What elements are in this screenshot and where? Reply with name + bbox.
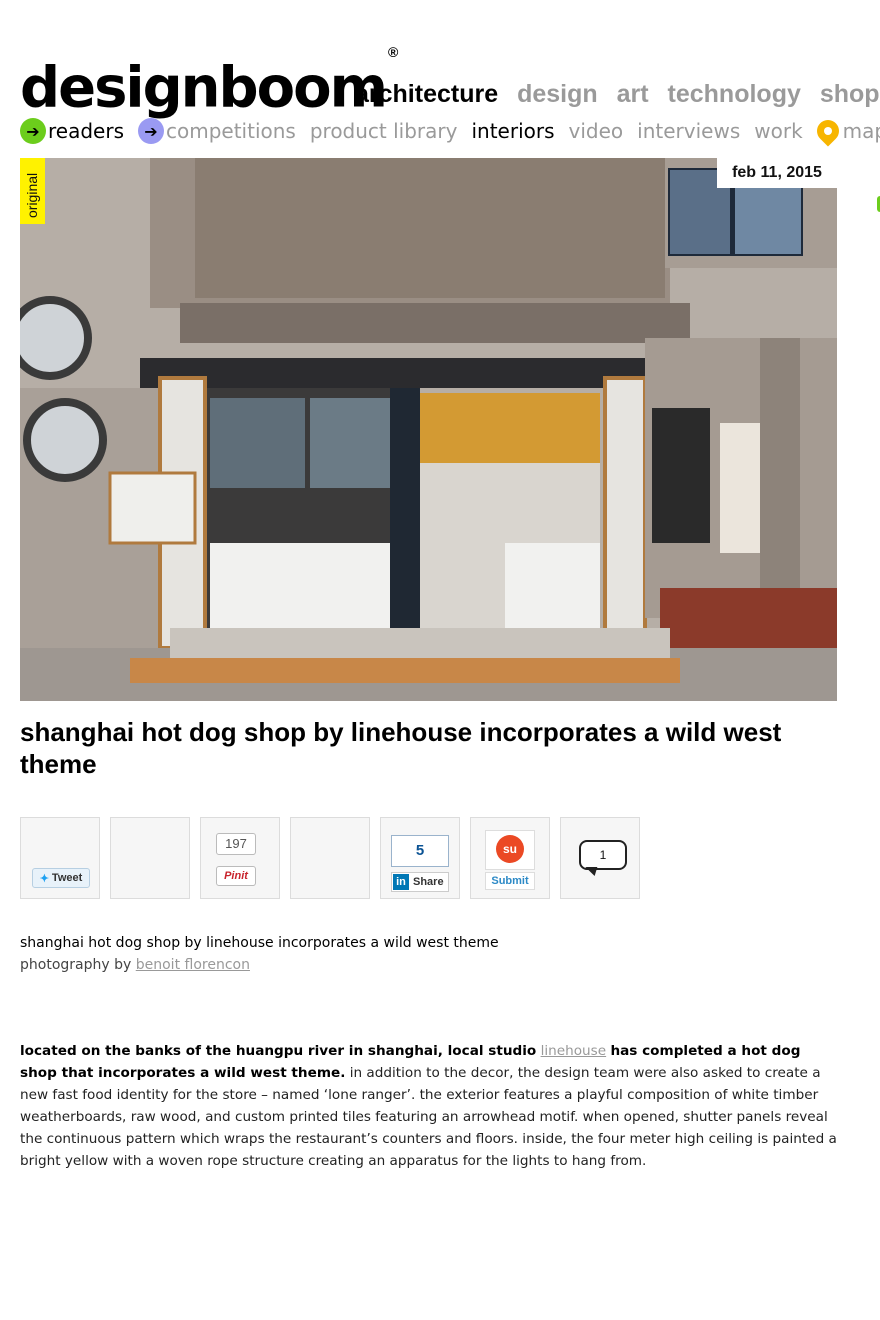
subnav-readers-label: readers <box>48 119 124 143</box>
linkedin-count: 5 <box>391 835 449 867</box>
arrow-right-icon: ➔ <box>20 118 46 144</box>
linkedin-share: 5 in Share <box>380 817 460 899</box>
article-date: feb 11, 2015 <box>717 158 837 188</box>
linkedin-share-label: Share <box>413 876 444 888</box>
subnav-competitions-label: competitions <box>166 119 296 143</box>
article-title: shanghai hot dog shop by linehouse incor… <box>20 717 782 779</box>
pinterest-share: 197 Pinit <box>200 817 280 899</box>
subnav-maps-label: maps <box>842 119 880 143</box>
subnav-readers[interactable]: ➔ readers <box>20 118 124 144</box>
pin-count: 197 <box>216 833 256 855</box>
sub-nav: ➔ readers ➔ competitions product library… <box>20 115 880 147</box>
hot-dog-shop-photo <box>20 158 837 701</box>
tweet-label: Tweet <box>51 872 83 884</box>
subnav-video[interactable]: video <box>569 119 624 143</box>
google-plus-share[interactable] <box>290 817 370 899</box>
subnav-maps[interactable]: maps <box>812 115 880 147</box>
subnav-work[interactable]: work <box>754 119 802 143</box>
subnav-work-label: work <box>754 119 803 143</box>
stumbleupon-share: su Submit <box>470 817 550 899</box>
nav-design[interactable]: design <box>517 80 598 108</box>
stumbleupon-icon[interactable]: su <box>485 830 535 870</box>
subnav-video-label: video <box>568 119 624 143</box>
tweet-button[interactable]: ✦ Tweet <box>32 868 90 888</box>
pinit-button[interactable]: Pinit <box>216 866 256 886</box>
subnav-interviews-label: interviews <box>637 119 741 143</box>
studio-link[interactable]: linehouse <box>541 1043 607 1059</box>
article-body: located on the banks of the huangpu rive… <box>20 1040 840 1172</box>
photographer-link[interactable]: benoit florencon <box>136 957 250 973</box>
photo-credit-prefix: photography by <box>20 957 132 973</box>
top-nav: architecture design art technology shop <box>355 80 880 109</box>
twitter-bird-icon: ✦ <box>39 872 49 885</box>
subnav-competitions[interactable]: ➔ competitions <box>138 118 296 144</box>
nav-architecture[interactable]: architecture <box>355 80 498 108</box>
nav-art[interactable]: art <box>617 80 649 108</box>
twitter-share: ✦ Tweet <box>20 817 100 899</box>
subnav-product-library[interactable]: product library <box>310 119 458 143</box>
subnav-interviews[interactable]: interviews <box>637 119 740 143</box>
lead-text-1: located on the banks of the huangpu rive… <box>20 1043 537 1059</box>
comment-bubble-icon: 1 <box>579 840 627 870</box>
image-caption: shanghai hot dog shop by linehouse incor… <box>20 932 499 976</box>
original-badge: original <box>20 158 45 224</box>
stumbleupon-submit-button[interactable]: Submit <box>485 872 535 890</box>
designboom-logo[interactable]: designboom® <box>20 44 398 119</box>
nav-shop[interactable]: shop <box>820 80 880 108</box>
linkedin-icon: in <box>393 874 409 890</box>
map-pin-icon <box>812 115 844 147</box>
comments-share[interactable]: 1 <box>560 817 640 899</box>
caption-title: shanghai hot dog shop by linehouse incor… <box>20 935 499 951</box>
nav-technology[interactable]: technology <box>668 80 801 108</box>
subnav-interiors-label: interiors <box>471 119 555 143</box>
hero-image[interactable] <box>20 158 837 701</box>
subnav-product-library-label: product library <box>309 119 458 143</box>
facebook-share[interactable] <box>110 817 190 899</box>
linkedin-share-button[interactable]: in Share <box>391 872 449 892</box>
arrow-right-icon: ➔ <box>138 118 164 144</box>
photo-credit: photography by benoit florencon <box>20 954 499 976</box>
subnav-interiors[interactable]: interiors <box>471 119 554 143</box>
